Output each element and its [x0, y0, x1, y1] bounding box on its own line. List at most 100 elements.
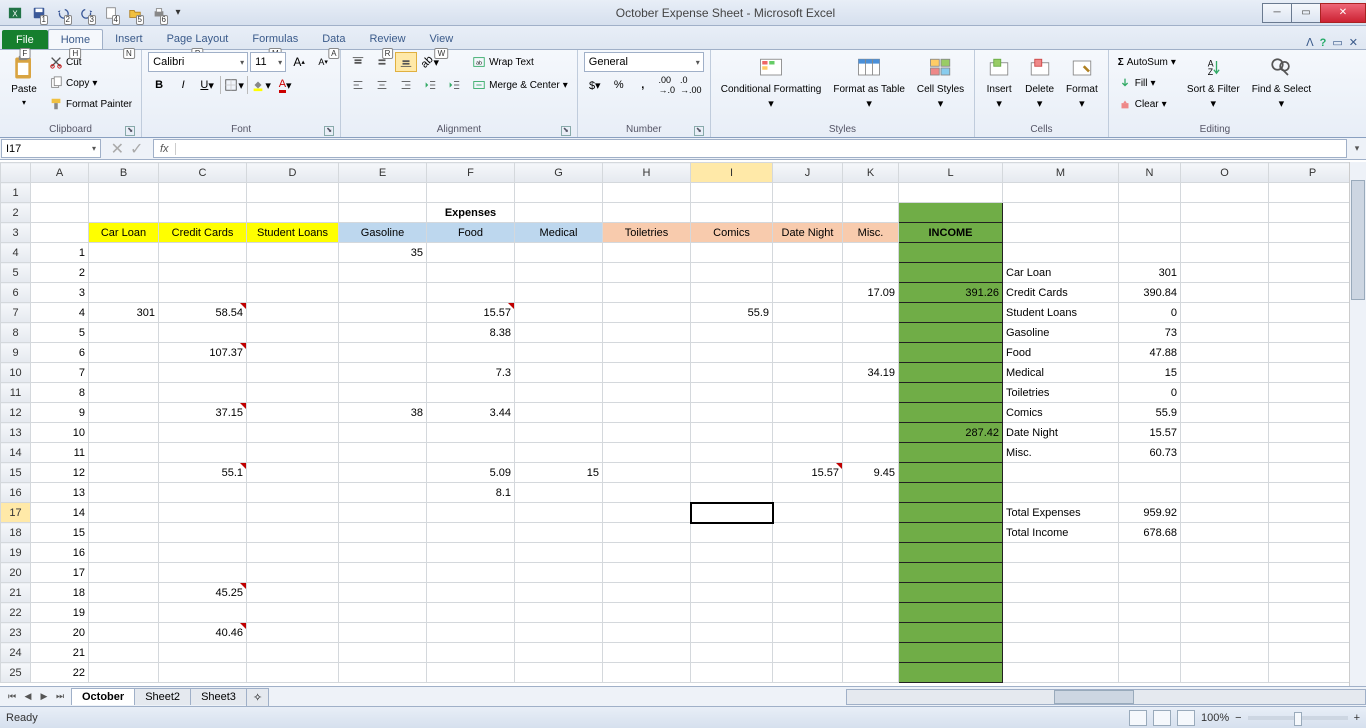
cell[interactable]: 15 [515, 463, 603, 483]
bold-button[interactable]: B [148, 75, 170, 95]
cell[interactable] [89, 343, 159, 363]
cell[interactable] [1269, 623, 1357, 643]
cell[interactable] [899, 303, 1003, 323]
cell[interactable] [427, 243, 515, 263]
cell[interactable] [1119, 543, 1181, 563]
cell[interactable] [339, 383, 427, 403]
cell[interactable] [1269, 503, 1357, 523]
cell[interactable] [247, 643, 339, 663]
row-header[interactable]: 5 [1, 263, 31, 283]
row-header[interactable]: 3 [1, 223, 31, 243]
cell[interactable] [339, 563, 427, 583]
cell[interactable] [603, 443, 691, 463]
cell[interactable] [899, 203, 1003, 223]
cell[interactable] [691, 563, 773, 583]
cell[interactable] [773, 303, 843, 323]
cell[interactable] [773, 203, 843, 223]
font-name-dropdown[interactable]: Calibri [148, 52, 248, 72]
cell[interactable]: 21 [31, 643, 89, 663]
cell[interactable] [1003, 603, 1119, 623]
cell[interactable]: 15.57 [773, 463, 843, 483]
cell[interactable]: Medical [515, 223, 603, 243]
cell[interactable] [159, 363, 247, 383]
cell[interactable] [1269, 383, 1357, 403]
cell[interactable] [1181, 563, 1269, 583]
cell[interactable] [1003, 563, 1119, 583]
cell[interactable]: 301 [1119, 263, 1181, 283]
cell[interactable] [89, 463, 159, 483]
cell[interactable]: 2 [31, 263, 89, 283]
cell[interactable] [603, 243, 691, 263]
cell[interactable] [1119, 243, 1181, 263]
cell[interactable]: 38 [339, 403, 427, 423]
cell[interactable] [515, 423, 603, 443]
column-header[interactable]: B [89, 163, 159, 183]
cell[interactable] [1269, 663, 1357, 683]
cell[interactable] [603, 563, 691, 583]
cell[interactable]: Food [427, 223, 515, 243]
cell[interactable] [247, 443, 339, 463]
cell[interactable] [899, 483, 1003, 503]
merge-center-button[interactable]: Merge & Center ▾ [469, 75, 571, 95]
cell[interactable] [1181, 363, 1269, 383]
cell[interactable]: 20 [31, 623, 89, 643]
align-bottom-icon[interactable] [395, 52, 417, 72]
cell[interactable]: 0 [1119, 303, 1181, 323]
cell[interactable] [1181, 243, 1269, 263]
normal-view-button[interactable] [1129, 710, 1147, 726]
cell[interactable]: 34.19 [843, 363, 899, 383]
ribbon-minimize-icon[interactable]: ᐱ [1306, 36, 1314, 49]
cell[interactable] [339, 583, 427, 603]
cell[interactable]: Comics [691, 223, 773, 243]
cell[interactable] [773, 183, 843, 203]
cell[interactable] [89, 583, 159, 603]
row-header[interactable]: 23 [1, 623, 31, 643]
cell[interactable] [691, 363, 773, 383]
cell[interactable] [773, 283, 843, 303]
cell[interactable] [515, 283, 603, 303]
cell[interactable] [603, 203, 691, 223]
cell[interactable] [773, 563, 843, 583]
cell[interactable]: Student Loans [247, 223, 339, 243]
cell[interactable] [1119, 603, 1181, 623]
cell[interactable] [843, 543, 899, 563]
cell[interactable] [843, 343, 899, 363]
increase-indent-icon[interactable] [443, 75, 465, 95]
cell[interactable] [159, 283, 247, 303]
cell[interactable]: 35 [339, 243, 427, 263]
cell[interactable] [899, 263, 1003, 283]
cell[interactable] [339, 323, 427, 343]
cell[interactable] [1181, 343, 1269, 363]
cell[interactable] [247, 423, 339, 443]
sort-filter-button[interactable]: AZSort & Filter▾ [1183, 52, 1244, 112]
cell[interactable] [603, 663, 691, 683]
qat-save[interactable]: 1 [28, 2, 50, 24]
cell[interactable] [247, 343, 339, 363]
row-header[interactable]: 8 [1, 323, 31, 343]
row-header[interactable]: 6 [1, 283, 31, 303]
cell[interactable] [1119, 463, 1181, 483]
cell[interactable] [339, 203, 427, 223]
cell[interactable] [603, 463, 691, 483]
cell[interactable] [603, 343, 691, 363]
cell[interactable] [247, 663, 339, 683]
cell[interactable] [1181, 283, 1269, 303]
column-header[interactable]: H [603, 163, 691, 183]
cell[interactable] [1269, 303, 1357, 323]
row-header[interactable]: 9 [1, 343, 31, 363]
cell[interactable] [1003, 183, 1119, 203]
cell[interactable]: 11 [31, 443, 89, 463]
cell[interactable]: 10 [31, 423, 89, 443]
cell[interactable]: Comics [1003, 403, 1119, 423]
cell[interactable] [159, 663, 247, 683]
find-select-button[interactable]: Find & Select▾ [1248, 52, 1315, 112]
row-header[interactable]: 7 [1, 303, 31, 323]
underline-button[interactable]: U▾ [196, 75, 218, 95]
column-header[interactable]: G [515, 163, 603, 183]
cell[interactable] [89, 283, 159, 303]
row-header[interactable]: 4 [1, 243, 31, 263]
new-sheet-button[interactable]: ✧ [246, 688, 269, 706]
cell[interactable]: 4 [31, 303, 89, 323]
cell[interactable] [89, 203, 159, 223]
select-all-corner[interactable] [1, 163, 31, 183]
